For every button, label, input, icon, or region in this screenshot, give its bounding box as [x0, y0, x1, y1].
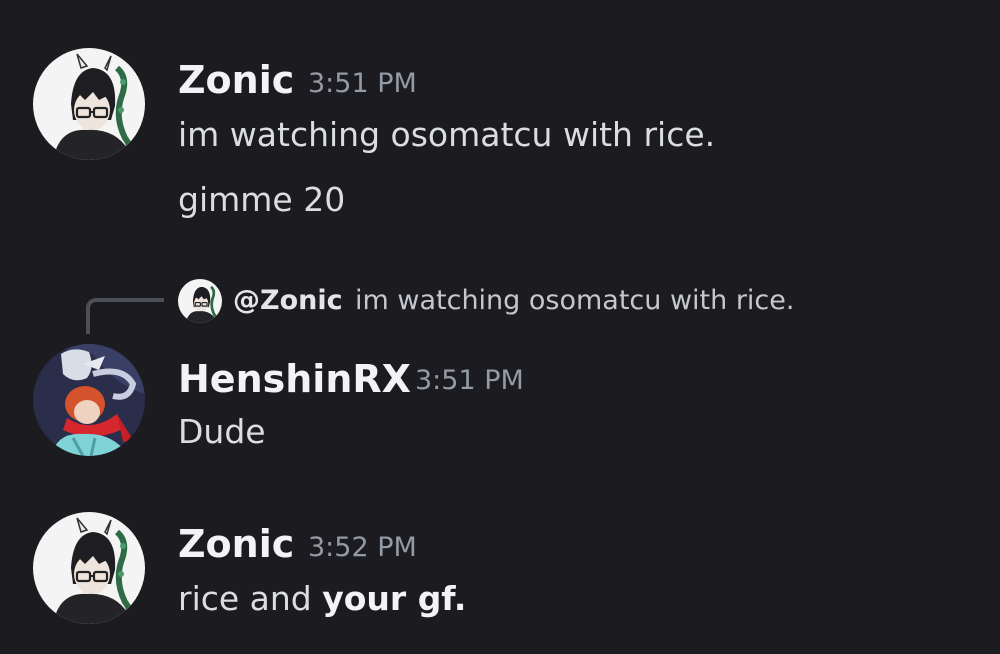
message-text-bold: your gf. — [322, 579, 467, 618]
message-timestamp: 3:51 PM — [415, 365, 524, 396]
reply-avatar — [178, 279, 222, 323]
message-text: im watching osomatcu with rice. — [178, 115, 716, 154]
message-timestamp: 3:51 PM — [308, 68, 417, 99]
reply-author[interactable]: @Zonic — [233, 287, 343, 314]
reply-preview-text[interactable]: im watching osomatcu with rice. — [355, 287, 794, 314]
message-author[interactable]: Zonic — [178, 525, 294, 563]
henshinrx-avatar[interactable] — [33, 344, 145, 456]
message-text: Dude — [178, 412, 266, 451]
reply-connector — [86, 298, 164, 334]
message-text-plain: rice and — [178, 579, 323, 618]
message-text: gimme 20 — [178, 180, 346, 219]
message-timestamp: 3:52 PM — [308, 532, 417, 563]
zonic-avatar[interactable] — [33, 48, 145, 160]
zonic-avatar[interactable] — [33, 512, 145, 624]
message-author[interactable]: HenshinRX — [178, 360, 411, 398]
message-author[interactable]: Zonic — [178, 61, 294, 99]
message-text: rice and your gf. — [178, 582, 466, 615]
